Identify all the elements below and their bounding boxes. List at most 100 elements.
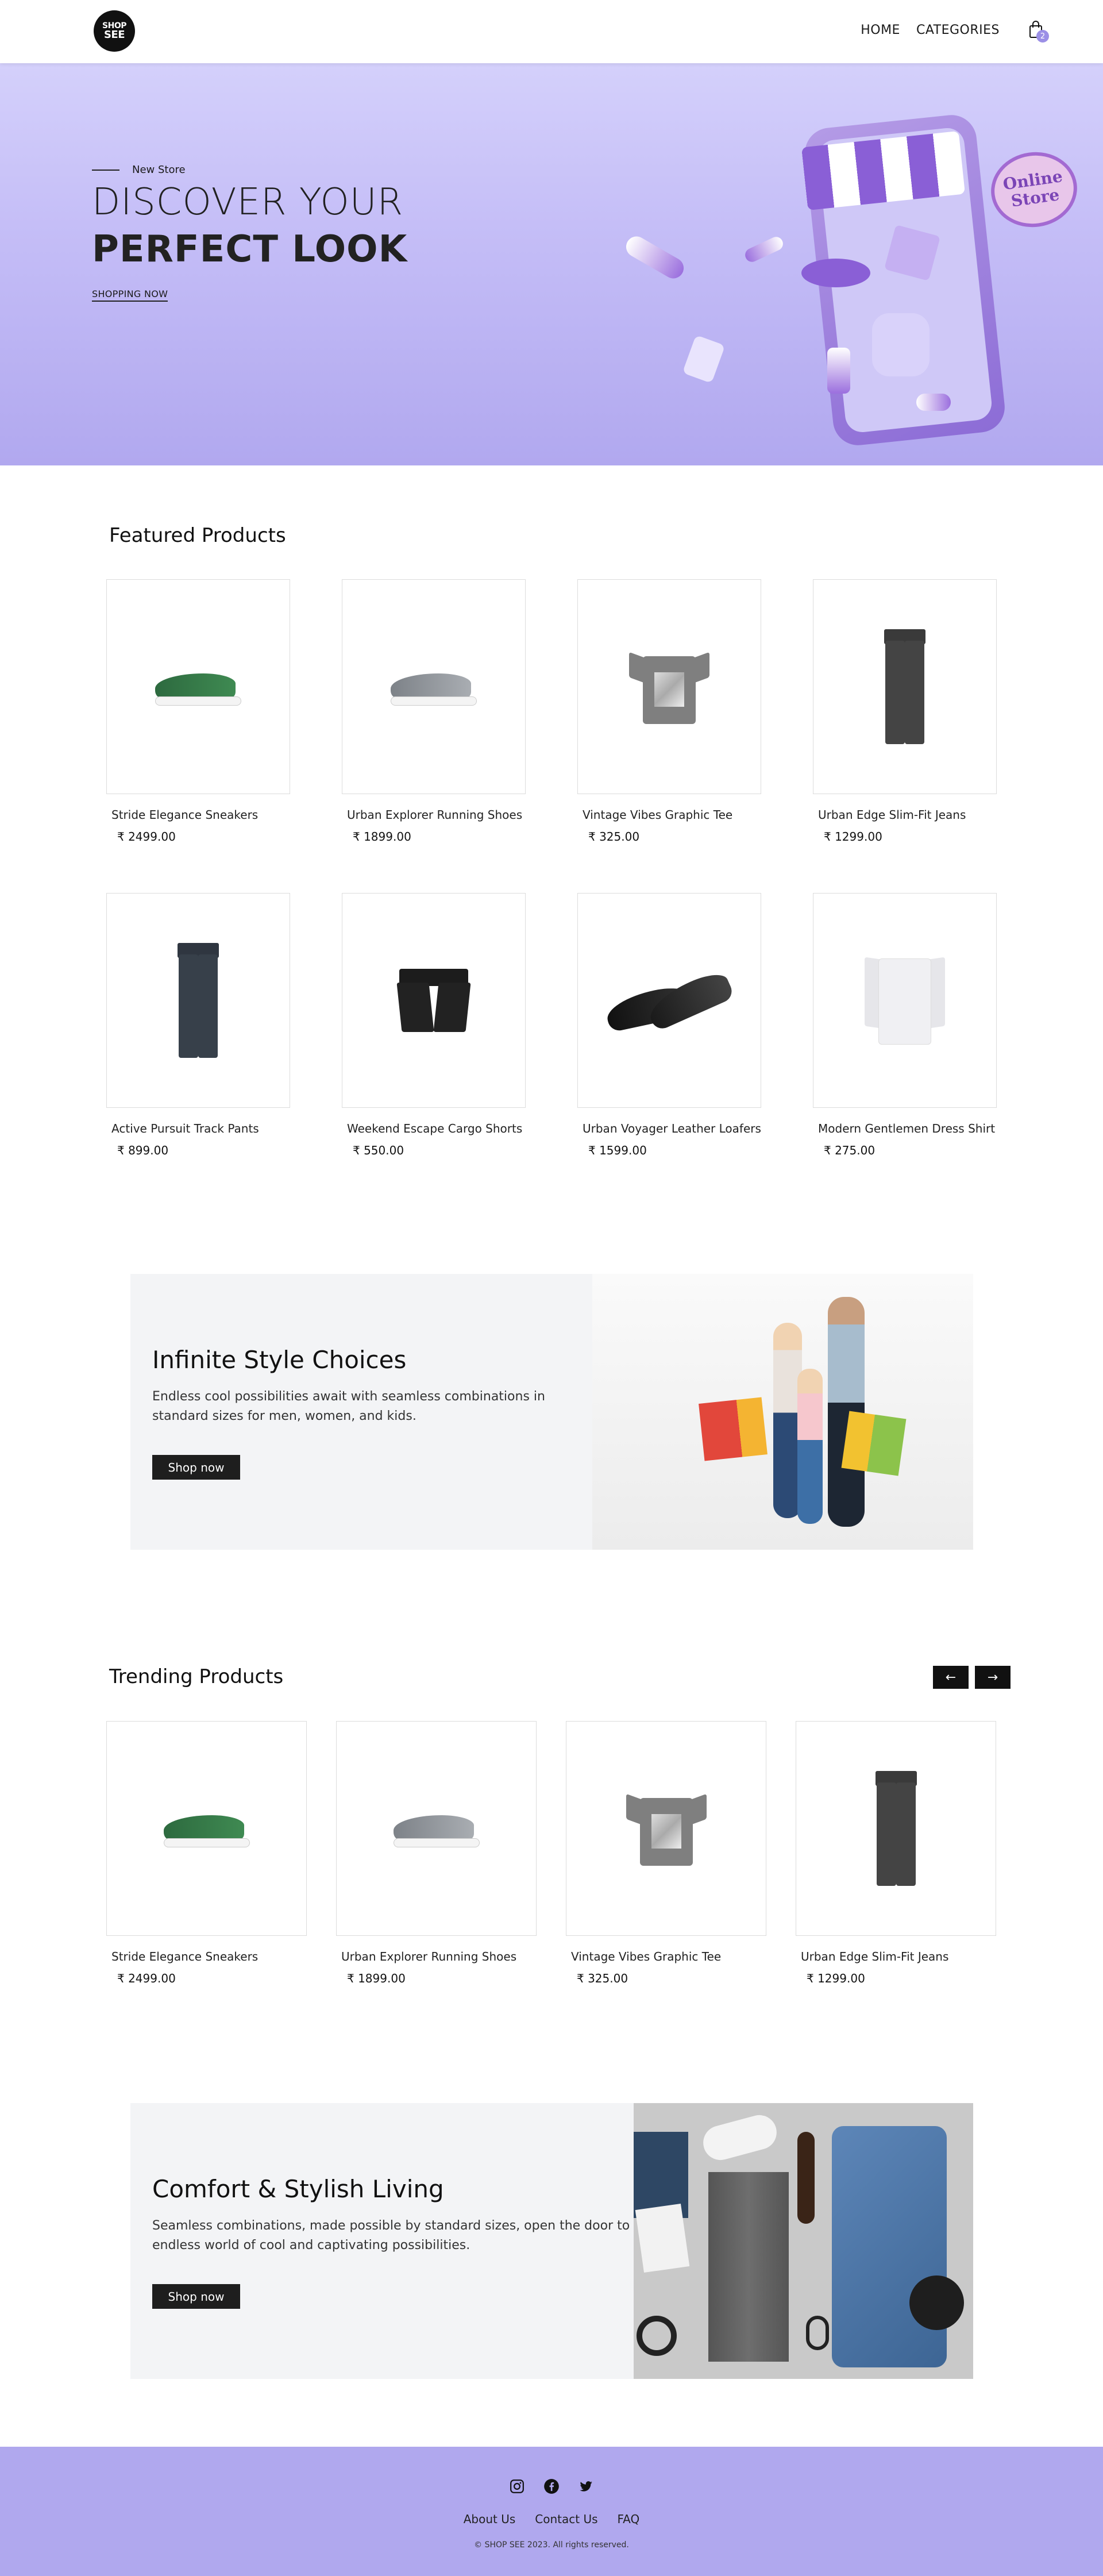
trending-product-price: ₹ 325.00 xyxy=(577,1972,628,1985)
cart-count-badge: 2 xyxy=(1036,30,1049,43)
product-image-graphic-tee[interactable] xyxy=(577,579,761,794)
promo2-flatlay-photo xyxy=(634,2103,973,2379)
sunglasses-flatlay xyxy=(806,2316,829,2350)
headphones-flatlay xyxy=(637,2316,677,2356)
promo1-shop-now-button[interactable]: Shop now xyxy=(152,1455,240,1480)
cart-button[interactable]: 2 xyxy=(1028,21,1049,43)
jeans-illustration xyxy=(873,1771,919,1886)
trending-prev-button[interactable]: ← xyxy=(933,1666,969,1689)
nav-home-link[interactable]: HOME xyxy=(861,23,900,37)
footer: About Us Contact Us FAQ © SHOP SEE 2023.… xyxy=(0,2447,1103,2576)
trending-product-price: ₹ 2499.00 xyxy=(117,1972,176,1985)
online-store-badge: Online Store xyxy=(986,147,1082,233)
leather-loafers-illustration xyxy=(603,963,735,1038)
product-image-dress-shirt[interactable] xyxy=(813,893,997,1108)
graphic-tee-illustration xyxy=(626,1791,707,1866)
jeans-illustration xyxy=(882,629,928,744)
lotion-illustration xyxy=(827,348,850,394)
product-name[interactable]: Urban Explorer Running Shoes xyxy=(347,808,522,822)
cargo-shorts-illustration xyxy=(396,969,471,1032)
product-image-cargo-shorts[interactable] xyxy=(342,893,526,1108)
grey-running-shoe-illustration xyxy=(391,668,477,706)
trending-image-graphic-tee[interactable] xyxy=(566,1721,766,1936)
product-name[interactable]: Weekend Escape Cargo Shorts xyxy=(347,1122,522,1135)
small-bottle-illustration xyxy=(916,394,951,411)
trending-products-title: Trending Products xyxy=(109,1665,284,1688)
shopping-bags-right xyxy=(841,1411,907,1476)
nav-categories-link[interactable]: CATEGORIES xyxy=(916,23,1000,37)
promo2-text: Seamless combinations, made possible by … xyxy=(152,2216,650,2255)
nav-links: HOME CATEGORIES xyxy=(861,23,1000,37)
trending-product-name[interactable]: Stride Elegance Sneakers xyxy=(111,1950,258,1963)
product-name[interactable]: Modern Gentlemen Dress Shirt xyxy=(818,1122,995,1135)
product-price: ₹ 899.00 xyxy=(117,1143,169,1157)
hero-tag-line xyxy=(92,169,119,171)
hero-shopping-now-link[interactable]: SHOPPING NOW xyxy=(92,288,168,302)
notebook-flatlay xyxy=(635,2203,690,2273)
trending-product-name[interactable]: Urban Explorer Running Shoes xyxy=(341,1950,516,1963)
trousers-flatlay xyxy=(708,2172,789,2362)
facebook-icon[interactable] xyxy=(543,2478,560,2495)
cup-illustration xyxy=(682,334,726,384)
hero-tag: New Store xyxy=(92,164,186,176)
trending-product-name[interactable]: Vintage Vibes Graphic Tee xyxy=(571,1950,721,1963)
footer-links: About Us Contact Us FAQ xyxy=(0,2512,1103,2526)
trending-image-stride-sneakers[interactable] xyxy=(106,1721,307,1936)
product-price: ₹ 1899.00 xyxy=(353,830,411,844)
product-name[interactable]: Stride Elegance Sneakers xyxy=(111,808,258,822)
logo-line2: SEE xyxy=(103,29,125,41)
shop-see-logo[interactable]: SHOP SEE xyxy=(94,10,135,52)
trending-image-slim-jeans[interactable] xyxy=(796,1721,996,1936)
hero-title-line2: PERFECT LOOK xyxy=(92,228,408,271)
product-image-leather-loafers[interactable] xyxy=(577,893,761,1108)
footer-faq-link[interactable]: FAQ xyxy=(618,2512,640,2526)
trending-product-name[interactable]: Urban Edge Slim-Fit Jeans xyxy=(801,1950,948,1963)
belt-flatlay xyxy=(797,2132,815,2224)
promo2-text-line1: Seamless combinations, made possible by … xyxy=(152,2219,650,2233)
hero-tag-text: New Store xyxy=(132,164,186,176)
promo1-text-line1: Endless cool possibilities await with se… xyxy=(152,1389,545,1404)
green-sneaker-illustration xyxy=(155,668,241,706)
product-name[interactable]: Vintage Vibes Graphic Tee xyxy=(583,808,732,822)
lipstick-illustration xyxy=(743,234,785,264)
product-price: ₹ 325.00 xyxy=(588,830,640,844)
promo1-title: Infinite Style Choices xyxy=(152,1346,407,1374)
promo1-family-photo xyxy=(592,1274,973,1550)
twitter-icon[interactable] xyxy=(577,2478,595,2495)
product-name[interactable]: Urban Edge Slim-Fit Jeans xyxy=(818,808,966,822)
trending-next-button[interactable]: → xyxy=(975,1666,1011,1689)
promo-infinite-style: Infinite Style Choices Endless cool poss… xyxy=(130,1274,973,1550)
featured-products-title: Featured Products xyxy=(109,524,286,547)
product-price: ₹ 1299.00 xyxy=(824,830,882,844)
footer-contact-link[interactable]: Contact Us xyxy=(535,2512,597,2526)
trending-product-price: ₹ 1299.00 xyxy=(807,1972,865,1985)
bottle-illustration xyxy=(622,232,688,283)
product-price: ₹ 550.00 xyxy=(353,1143,404,1157)
shopping-bags xyxy=(699,1397,768,1461)
product-image-running-shoes[interactable] xyxy=(342,579,526,794)
sneakers-flatlay xyxy=(699,2111,781,2164)
top-navbar: SHOP SEE HOME CATEGORIES 2 xyxy=(0,0,1103,63)
track-pants-illustration xyxy=(175,943,221,1058)
green-sneaker-illustration xyxy=(163,1809,250,1847)
product-image-slim-jeans[interactable] xyxy=(813,579,997,794)
trending-image-running-shoes[interactable] xyxy=(336,1721,537,1936)
product-image-stride-sneakers[interactable] xyxy=(106,579,290,794)
promo2-title: Comfort & Stylish Living xyxy=(152,2175,444,2203)
dress-shirt-illustration xyxy=(865,952,945,1049)
promo1-text: Endless cool possibilities await with se… xyxy=(152,1387,545,1426)
trending-product-price: ₹ 1899.00 xyxy=(347,1972,406,1985)
promo2-shop-now-button[interactable]: Shop now xyxy=(152,2284,240,2309)
instagram-icon[interactable] xyxy=(508,2478,526,2495)
promo1-text-line2: standard sizes for men, women, and kids. xyxy=(152,1409,416,1423)
hero-title-line1: DISCOVER YOUR xyxy=(92,181,404,224)
grey-running-shoe-illustration xyxy=(393,1809,480,1847)
product-name[interactable]: Active Pursuit Track Pants xyxy=(111,1122,259,1135)
cap-flatlay xyxy=(909,2275,964,2330)
product-name[interactable]: Urban Voyager Leather Loafers xyxy=(583,1122,761,1135)
backpack-illustration xyxy=(872,313,930,376)
product-price: ₹ 2499.00 xyxy=(117,830,176,844)
hero-banner: New Store DISCOVER YOUR PERFECT LOOK SHO… xyxy=(0,63,1103,465)
footer-about-link[interactable]: About Us xyxy=(464,2512,516,2526)
product-image-track-pants[interactable] xyxy=(106,893,290,1108)
